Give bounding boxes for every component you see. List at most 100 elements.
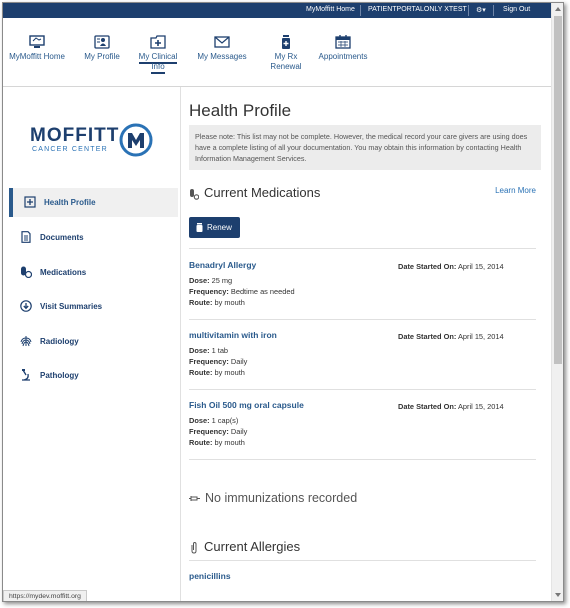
nav-label: MyMoffitt Home [9, 52, 65, 61]
nav-label: My Rx Renewal [270, 52, 302, 71]
frequency-value: Bedtime as needed [230, 287, 295, 296]
pill-bottle-icon [196, 223, 203, 232]
date-started-label: Date Started On: [398, 332, 457, 341]
nav-my-messages[interactable]: My Messages [196, 18, 248, 78]
frequency-value: Daily [230, 427, 248, 436]
top-utility-bar: MyMoffitt Home PATIENTPORTALONLY XTEST ⚙… [3, 3, 551, 18]
pills-icon [21, 266, 32, 278]
route-label: Route: [189, 368, 213, 377]
medication-route: Route: by mouth [189, 298, 245, 307]
medication-date: Date Started On: April 15, 2014 [398, 262, 504, 271]
route-value: by mouth [214, 298, 245, 307]
frequency-label: Frequency: [189, 357, 229, 366]
sidebar-item-medications[interactable]: Medications [9, 258, 178, 287]
frequency-label: Frequency: [189, 427, 229, 436]
medication-name-link[interactable]: multivitamin with iron [189, 330, 277, 340]
date-started-label: Date Started On: [398, 262, 457, 271]
xray-icon [20, 336, 32, 347]
download-circle-icon [20, 300, 32, 312]
route-label: Route: [189, 438, 213, 447]
medication-item: multivitamin with iron Dose: 1 tab Frequ… [189, 330, 536, 390]
dose-label: Dose: [189, 346, 210, 355]
section-title-text: Current Allergies [204, 539, 301, 554]
medication-name-link[interactable]: Benadryl Allergy [189, 260, 256, 270]
monitor-icon [29, 35, 45, 48]
sidebar-item-documents[interactable]: Documents [9, 223, 178, 252]
sidebar-item-radiology[interactable]: Radiology [9, 327, 178, 356]
date-value: April 15, 2014 [457, 262, 504, 271]
divider [493, 5, 494, 16]
microscope-icon [22, 369, 30, 381]
profile-card-icon [94, 35, 110, 49]
divider [189, 319, 536, 320]
page-title: Health Profile [189, 101, 292, 120]
renew-button[interactable]: Renew [189, 217, 240, 238]
sidebar: MOFFITT CANCER CENTER Health Profile Doc… [3, 87, 181, 601]
dose-value: 25 mg [211, 276, 233, 285]
logo-subtitle: CANCER CENTER [32, 146, 108, 153]
nav-mymoffitt-home[interactable]: MyMoffitt Home [7, 18, 67, 78]
route-value: by mouth [214, 438, 245, 447]
moffitt-m-icon [119, 123, 153, 157]
vertical-scrollbar[interactable] [551, 3, 563, 601]
sidebar-item-label: Health Profile [44, 198, 96, 207]
settings-gear-icon[interactable]: ⚙▾ [476, 6, 486, 14]
sidebar-item-health-profile[interactable]: Health Profile [9, 188, 178, 217]
nav-my-rx-renewal[interactable]: My Rx Renewal [263, 18, 309, 78]
sidebar-item-pathology[interactable]: Pathology [9, 361, 178, 390]
nav-my-profile[interactable]: My Profile [79, 18, 125, 78]
renew-label: Renew [207, 223, 232, 232]
medication-name-link[interactable]: Fish Oil 500 mg oral capsule [189, 400, 304, 410]
nav-appointments[interactable]: Appointments [316, 18, 370, 78]
document-icon [21, 231, 31, 243]
immunizations-empty-text: No immunizations recorded [205, 491, 358, 505]
browser-window: MyMoffitt Home PATIENTPORTALONLY XTEST ⚙… [2, 2, 564, 602]
sidebar-item-label: Radiology [40, 337, 79, 346]
dose-value: 1 tab [211, 346, 229, 355]
dose-label: Dose: [189, 276, 210, 285]
mymoffitt-home-link[interactable]: MyMoffitt Home [306, 6, 355, 13]
envelope-icon [214, 36, 230, 48]
pill-bottle-icon [282, 35, 290, 49]
status-bar-url: https://mydev.moffitt.org [3, 590, 87, 601]
learn-more-link[interactable]: Learn More [495, 186, 536, 195]
medication-route: Route: by mouth [189, 368, 245, 377]
scroll-up-arrow-icon[interactable] [555, 7, 561, 11]
medication-route: Route: by mouth [189, 438, 245, 447]
health-profile-icon [24, 196, 36, 208]
medication-date: Date Started On: April 15, 2014 [398, 332, 504, 341]
allergies-section-title: Current Allergies [189, 539, 300, 554]
sidebar-item-visit-summaries[interactable]: Visit Summaries [9, 292, 178, 321]
nav-label: My Messages [197, 52, 247, 61]
moffitt-logo[interactable]: MOFFITT CANCER CENTER [30, 123, 180, 159]
notice-box: Please note: This list may not be comple… [189, 125, 541, 170]
medication-frequency: Frequency: Bedtime as needed [189, 287, 295, 296]
frequency-value: Daily [230, 357, 248, 366]
divider [189, 459, 536, 460]
sidebar-item-label: Visit Summaries [40, 302, 103, 311]
divider [468, 5, 469, 16]
medication-dose: Dose: 1 cap(s) [189, 416, 238, 425]
paperclip-icon [191, 541, 197, 554]
medical-folder-icon [150, 35, 166, 49]
dose-value: 1 cap(s) [211, 416, 239, 425]
sign-out-link[interactable]: Sign Out [503, 6, 530, 13]
allergy-name-link[interactable]: penicillins [189, 571, 231, 581]
medication-item: Benadryl Allergy Dose: 25 mg Frequency: … [189, 260, 536, 320]
scrollbar-thumb[interactable] [554, 16, 562, 364]
user-name-link[interactable]: PATIENTPORTALONLY XTEST [368, 6, 467, 13]
nav-label: My Profile [84, 52, 120, 61]
scroll-down-arrow-icon[interactable] [555, 593, 561, 597]
dose-label: Dose: [189, 416, 210, 425]
main-content: Health Profile Please note: This list ma… [180, 87, 551, 601]
medication-frequency: Frequency: Daily [189, 427, 247, 436]
route-label: Route: [189, 298, 213, 307]
date-value: April 15, 2014 [457, 402, 504, 411]
nav-label: Appointments [318, 52, 368, 61]
nav-label: My Clinical Info [138, 52, 178, 74]
nav-my-clinical-info[interactable]: My Clinical Info [136, 18, 180, 78]
divider [189, 248, 536, 249]
sidebar-item-label: Documents [40, 233, 84, 242]
immunizations-empty-state: No immunizations recorded [189, 491, 357, 505]
medication-dose: Dose: 1 tab [189, 346, 228, 355]
